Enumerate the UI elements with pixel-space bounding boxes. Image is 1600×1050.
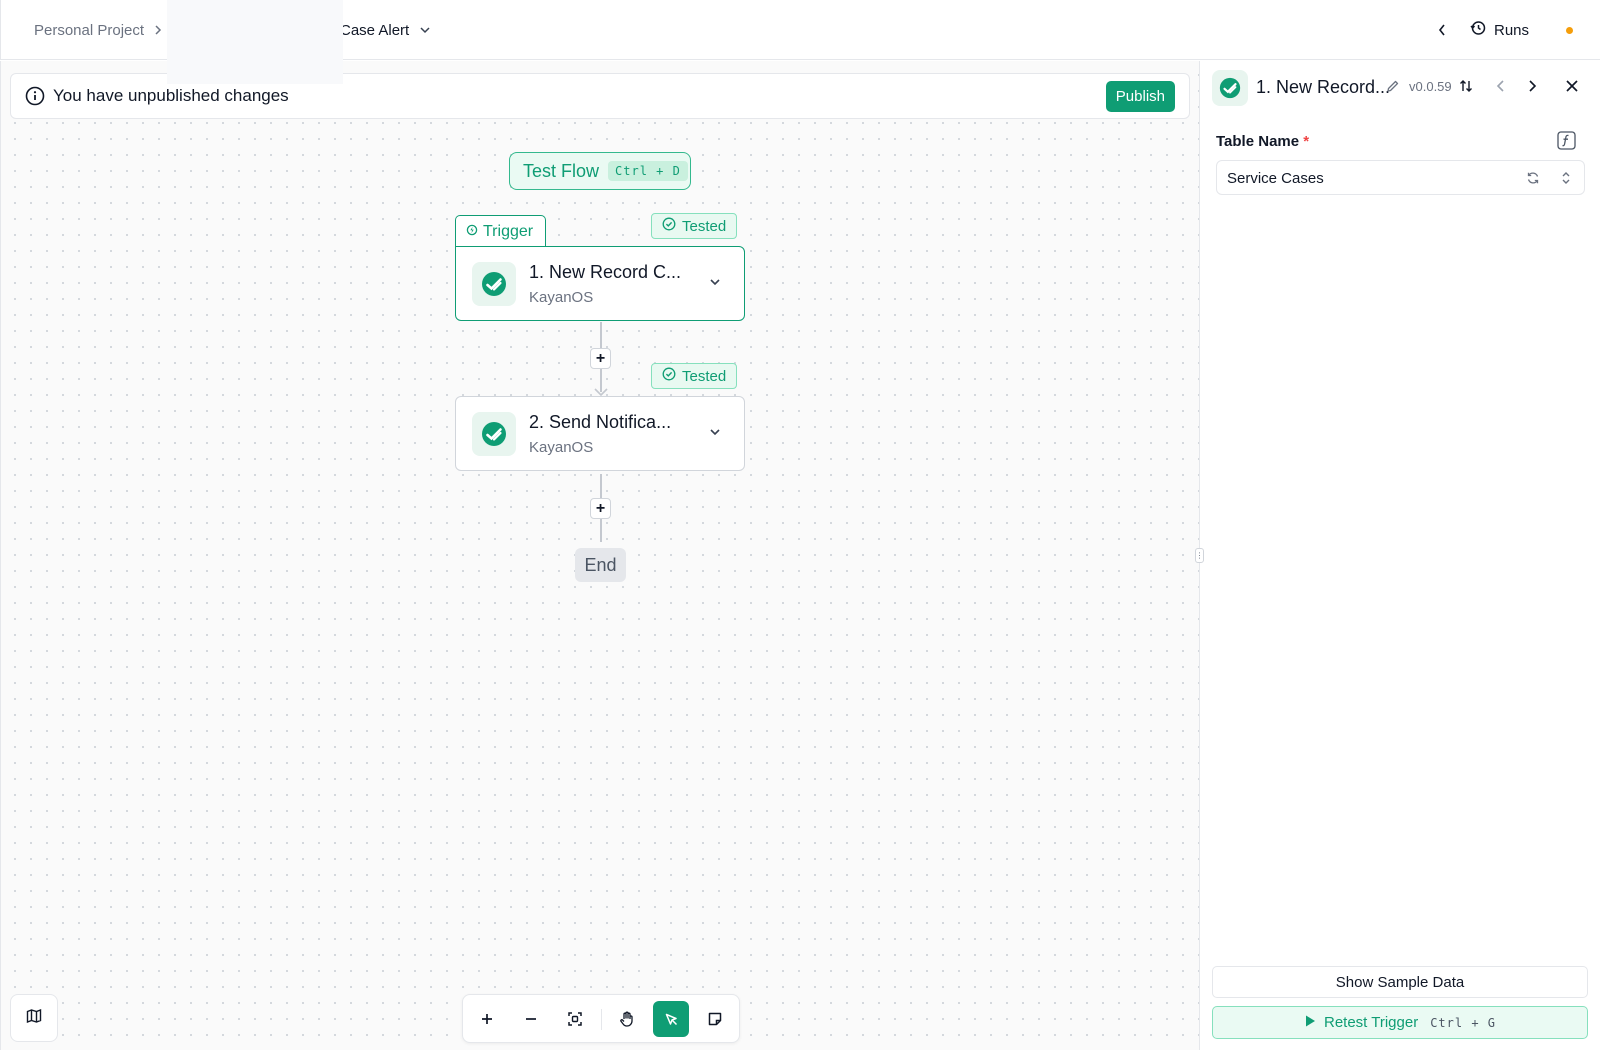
table-name-label: Table Name * (1216, 133, 1309, 150)
hand-pan-icon[interactable] (609, 1001, 645, 1037)
minimap-toggle-button[interactable] (10, 994, 58, 1042)
dynamic-value-fx-icon[interactable] (1557, 131, 1576, 150)
step-1-app: KayanOS (529, 289, 594, 306)
pencil-icon[interactable] (1386, 79, 1400, 98)
add-step-button[interactable]: + (590, 348, 611, 369)
tested-label: Tested (682, 217, 727, 235)
step-card-2[interactable]: 2. Send Notifica... KayanOS (455, 396, 745, 471)
note-icon[interactable] (697, 1001, 733, 1037)
retest-trigger-shortcut: Ctrl + G (1430, 1015, 1496, 1030)
collapse-panel-chevron-left-icon[interactable] (1437, 0, 1447, 60)
breadcrumb-flow-name[interactable]: Case Alert (340, 0, 409, 60)
step-2-chevron-down-icon[interactable] (708, 425, 722, 444)
flow-menu-chevron-down-icon[interactable] (419, 0, 431, 60)
show-sample-data-button[interactable]: Show Sample Data (1212, 966, 1588, 998)
map-icon (26, 1008, 42, 1029)
status-dot (1566, 27, 1573, 34)
kayanos-logo-icon (472, 412, 516, 456)
next-step-chevron-right-icon[interactable] (1525, 78, 1539, 99)
breadcrumb-placeholder (167, 0, 343, 84)
retest-trigger-label: Retest Trigger (1323, 1014, 1419, 1031)
zoom-out-icon[interactable] (513, 1001, 549, 1037)
step-2-app: KayanOS (529, 439, 594, 456)
check-circle-icon (662, 367, 676, 385)
swap-vertical-icon[interactable] (1458, 78, 1474, 99)
chevron-up-down-icon[interactable] (1560, 170, 1572, 191)
previous-step-chevron-left-icon[interactable] (1494, 78, 1508, 99)
toolbar-divider (601, 1009, 602, 1030)
breadcrumb-project[interactable]: Personal Project (34, 0, 144, 60)
panel-step-title: 1. New Record... (1256, 77, 1391, 97)
add-step-button[interactable]: + (590, 498, 611, 519)
piece-version: v0.0.59 (1409, 79, 1452, 94)
test-flow-shortcut: Ctrl + D (608, 161, 688, 181)
test-flow-label: Test Flow (523, 160, 600, 181)
kayanos-logo-icon (1212, 70, 1248, 106)
step-2-title: 2. Send Notifica... (529, 412, 672, 432)
close-icon[interactable] (1564, 78, 1580, 99)
fit-view-icon[interactable] (557, 1001, 593, 1037)
play-icon (1304, 1014, 1316, 1032)
step-1-chevron-down-icon[interactable] (708, 275, 722, 294)
banner-message: You have unpublished changes (53, 86, 289, 105)
canvas-toolbar (462, 994, 740, 1043)
required-asterisk: * (1303, 133, 1310, 150)
trigger-tab-label: Trigger (483, 222, 534, 240)
refresh-icon[interactable] (1526, 171, 1540, 190)
table-name-label-text: Table Name (1216, 133, 1300, 150)
trigger-bolt-icon (466, 223, 478, 241)
runs-label: Runs (1494, 21, 1530, 39)
end-node: End (575, 548, 626, 582)
test-flow-button[interactable]: Test Flow Ctrl + D (509, 152, 691, 190)
history-icon (1470, 20, 1486, 40)
publish-button[interactable]: Publish (1105, 81, 1175, 112)
runs-button[interactable]: Runs (1470, 0, 1529, 60)
tested-label: Tested (682, 367, 727, 385)
check-circle-icon (662, 217, 676, 235)
zoom-in-icon[interactable] (469, 1001, 505, 1037)
breadcrumb-chevron-icon (153, 0, 163, 60)
table-name-value: Service Cases (1227, 170, 1324, 187)
trigger-tab: Trigger (455, 215, 546, 247)
step-card-1[interactable]: 1. New Record C... KayanOS (455, 246, 745, 321)
step-1-title: 1. New Record C... (529, 262, 682, 282)
retest-trigger-button[interactable]: Retest Trigger Ctrl + G (1212, 1006, 1588, 1039)
table-name-select[interactable]: Service Cases (1216, 160, 1585, 195)
kayanos-logo-icon (472, 262, 516, 306)
info-icon (25, 86, 45, 106)
step-2-tested-badge: Tested (651, 363, 738, 389)
pointer-select-icon[interactable] (653, 1001, 689, 1037)
panel-resize-handle[interactable]: ⋮ (1195, 548, 1204, 563)
step-1-tested-badge: Tested (651, 213, 738, 239)
